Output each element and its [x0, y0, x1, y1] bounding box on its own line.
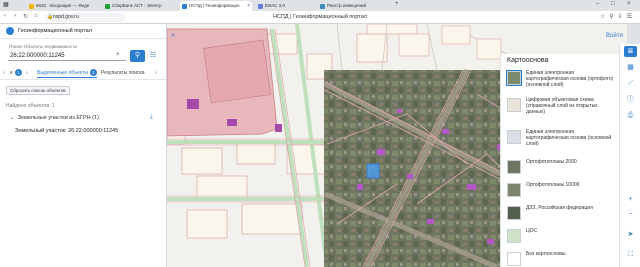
count-badge: 1 — [14, 69, 22, 76]
close-window-icon[interactable]: × — [627, 1, 631, 7]
basemap-option[interactable]: Ортофотопланы 10000 — [507, 181, 619, 201]
basemap-label: Ортофотопланы 2000 — [526, 159, 577, 165]
basemap-option[interactable]: Без картоосновы — [507, 250, 619, 267]
portal-logo-icon — [6, 27, 14, 35]
eias-favicon-icon — [258, 4, 263, 9]
basemap-thumbnail — [506, 70, 522, 86]
tab-label: СберБанк АСТ - Электр — [112, 3, 162, 8]
tab-label: Выделенные объекты — [37, 70, 88, 76]
registry-favicon-icon — [320, 4, 325, 9]
tab-label: 5632 - Входящие — Янде — [36, 3, 90, 8]
lock-icon: 🔒 — [47, 14, 54, 20]
basemap-thumbnail — [507, 160, 521, 174]
sberbank-favicon-icon — [105, 4, 110, 9]
address-bar: ‹ › ↻ ⌂ 🔒 nspd.gov.ru НСПД | Геоинформац… — [0, 11, 640, 24]
group-label: Земельные участки из ЕГРН (1) — [17, 115, 99, 121]
download-icon[interactable]: ⤓ — [150, 114, 153, 121]
browser-tab-eias[interactable]: ЕИАС 3.0 — [256, 1, 316, 11]
url-field[interactable]: 🔒 nspd.gov.ru — [45, 13, 125, 22]
browser-tab-strip: ▦ 5632 - Входящие — Янде СберБанк АСТ - … — [0, 0, 640, 11]
browser-tab-nspd[interactable]: НСПД | Геоинформацио × — [180, 1, 252, 11]
basemap-label: Ортофотопланы 10000 — [526, 182, 580, 188]
forward-icon[interactable]: › — [14, 13, 16, 19]
page-title: НСПД | Геоинформационный портал — [272, 14, 368, 20]
tab-label: Реестр извещений — [327, 3, 366, 8]
basemap-label: ДЗЗ, Российская федерация — [526, 205, 593, 211]
browser-tab-registry[interactable]: Реестр извещений — [318, 1, 390, 11]
measure-icon[interactable]: ⟋ — [624, 78, 637, 89]
reset-objects-button[interactable]: Сбросить список объектов — [6, 86, 70, 95]
filter-icon[interactable]: ☷ — [150, 51, 156, 59]
zoom-in-icon[interactable]: + — [624, 194, 637, 205]
layers-icon[interactable]: ≣ — [624, 46, 637, 57]
portal-title: Геоинформационный портал — [18, 28, 92, 34]
search-panel: Геоинформационный портал Поиск Объекты н… — [0, 24, 167, 267]
new-tab-icon[interactable]: + — [395, 1, 399, 7]
zoom-out-icon[interactable]: − — [624, 209, 637, 220]
chevron-down-icon: ⌄ — [10, 115, 15, 121]
result-item[interactable]: Земельный участок: 26:22:000000:11245 — [15, 128, 118, 134]
result-tabs: ‹ е1 › Выделенные объекты 1 Результаты по… — [0, 67, 166, 80]
basemap-thumbnail — [507, 252, 521, 266]
search-input[interactable]: 26:22:000000:11245 — [8, 51, 126, 61]
maximize-window-icon[interactable]: □ — [611, 1, 615, 7]
browser-extension-icons[interactable]: ☆⚲⇩☰ — [600, 13, 636, 20]
login-link[interactable]: Войти — [606, 33, 623, 39]
basemap-thumbnail — [507, 206, 521, 220]
minimize-window-icon[interactable]: – — [596, 1, 599, 7]
tab-label: Результаты поиска — [101, 70, 145, 76]
found-count: Найдено объектов: 1 — [6, 103, 55, 109]
basemap-panel: Картооснова Единая электронная картограф… — [500, 54, 619, 267]
home-icon[interactable]: ⌂ — [34, 13, 38, 19]
basemap-option[interactable]: ДЗЗ, Российская федерация — [507, 204, 619, 224]
map-tools-rail: ≣ ▦ ⟋ ⓘ ⎙ + − ➤ ⛶ — [619, 44, 640, 267]
search-label: Поиск Объекты недвижимости — [9, 45, 78, 50]
search-button[interactable]: ⚲ — [130, 50, 145, 62]
tab-hidden[interactable]: е1 — [10, 69, 22, 77]
collapse-panel-icon[interactable]: « — [171, 32, 175, 39]
tabs-scroll-left-icon[interactable]: ‹ — [3, 69, 5, 77]
tabs-scroll-right-icon[interactable]: › — [26, 69, 28, 77]
basemap-option[interactable]: Ортофотопланы 2000 — [507, 158, 619, 178]
basemap-thumbnail — [507, 130, 521, 144]
mail-favicon-icon — [29, 4, 34, 9]
nspd-favicon-icon — [182, 4, 187, 9]
locate-icon[interactable]: ➤ — [624, 229, 637, 240]
basemap-title: Картооснова — [507, 57, 549, 64]
basemap-label: Единая электронная картографическая осно… — [526, 129, 612, 147]
basemap-label: Без картоосновы — [526, 251, 566, 257]
back-icon[interactable]: ‹ — [4, 13, 6, 19]
basemap-thumbnail — [507, 98, 521, 112]
clear-search-icon[interactable]: × — [116, 52, 120, 58]
browser-tab-sberbank[interactable]: СберБанк АСТ - Электр — [103, 1, 175, 11]
print-icon[interactable]: ⎙ — [624, 110, 637, 121]
close-tab-icon[interactable]: × — [247, 1, 250, 11]
tabs-next-icon[interactable]: › — [155, 69, 157, 77]
window-menu-icon[interactable]: ▦ — [3, 1, 9, 8]
search-icon: ⚲ — [134, 52, 141, 59]
count-badge: 1 — [89, 69, 97, 76]
basemap-label: Цифровая объектовая схема (справочный сл… — [526, 97, 598, 115]
tab-selected-objects[interactable]: Выделенные объекты 1 — [37, 69, 97, 78]
tab-label: НСПД | Геоинформацио — [189, 3, 240, 8]
info-icon[interactable]: ⓘ — [624, 94, 637, 105]
basemap-thumbnail — [507, 183, 521, 197]
basemap-option[interactable]: Единая электронная картографическая осно… — [506, 69, 619, 89]
basemap-icon[interactable]: ▦ — [624, 62, 637, 73]
basemap-option[interactable]: Единая электронная картографическая осно… — [507, 128, 619, 148]
basemap-label: ЦОС — [526, 228, 538, 234]
basemap-label: Единая электронная картографическая осно… — [526, 70, 614, 88]
land-plots-group[interactable]: ⌄ Земельные участки из ЕГРН (1) — [10, 115, 99, 121]
reload-icon[interactable]: ↻ — [23, 13, 28, 20]
basemap-thumbnail — [507, 229, 521, 243]
browser-tab-mail[interactable]: 5632 - Входящие — Янде — [27, 1, 99, 11]
portal-header: Геоинформационный портал — [0, 24, 166, 39]
tab-search-results[interactable]: Результаты поиска — [101, 69, 145, 77]
tab-label: ЕИАС 3.0 — [265, 3, 285, 8]
basemap-option[interactable]: Цифровая объектовая схема (справочный сл… — [507, 96, 619, 116]
fullscreen-icon[interactable]: ⛶ — [624, 249, 637, 260]
basemap-option[interactable]: ЦОС — [507, 227, 619, 247]
url-text: nspd.gov.ru — [53, 14, 79, 20]
